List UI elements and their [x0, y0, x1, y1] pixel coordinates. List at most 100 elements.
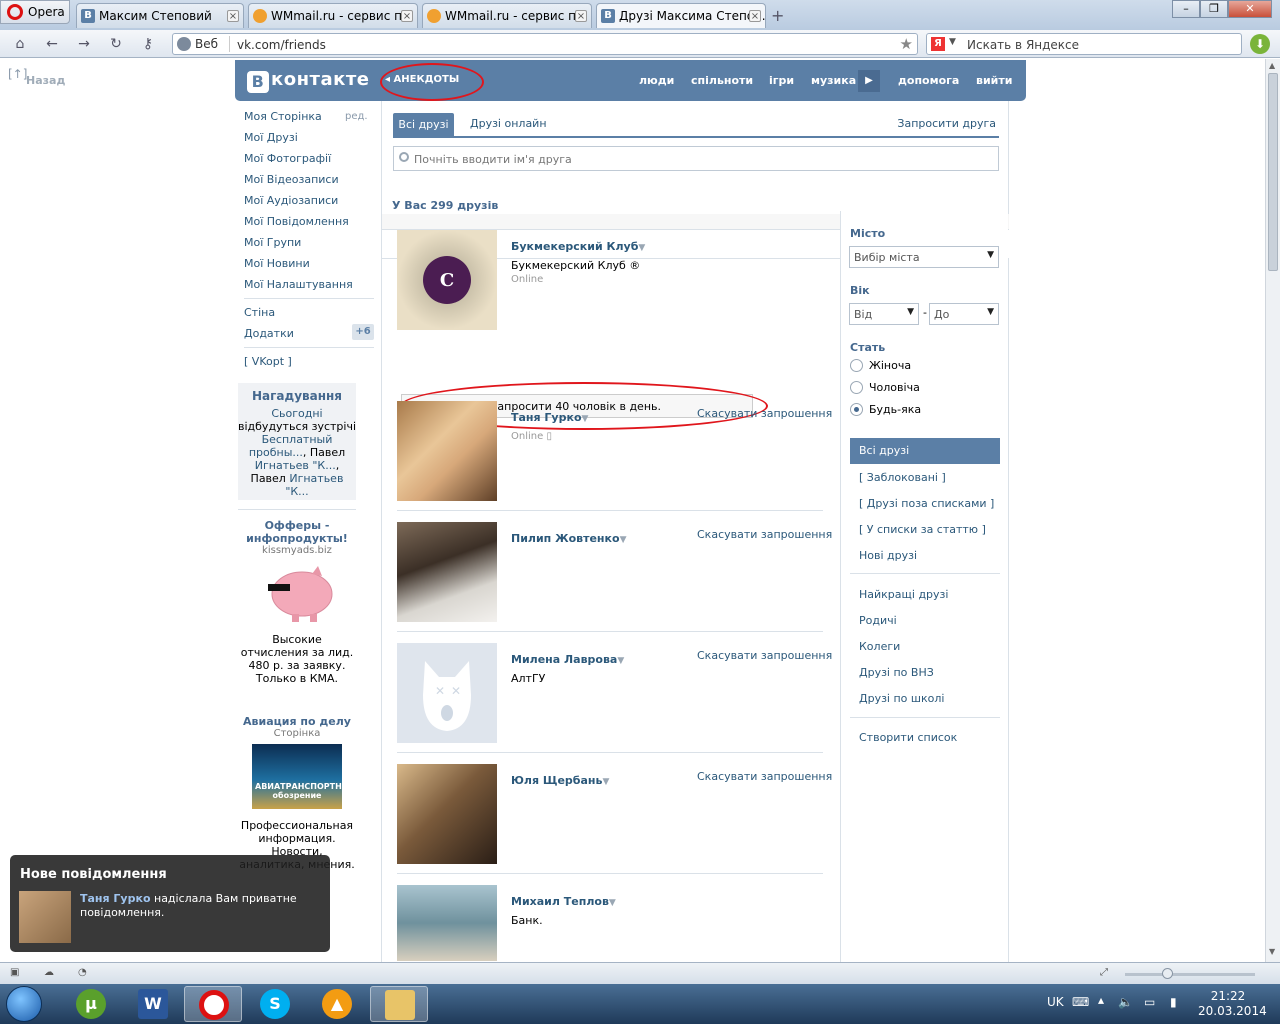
gender-any-radio[interactable]: Будь-яка [850, 403, 921, 416]
system-clock[interactable]: 21:22 20.03.2014 [1198, 989, 1267, 1019]
menu-vkopt[interactable]: [ VKopt ] [244, 355, 292, 368]
new-message-popup[interactable]: Нове повідомлення Таня Гурко надіслала В… [10, 855, 330, 952]
home-icon[interactable]: ⌂ [10, 35, 30, 53]
page-scrollbar[interactable]: ▲ ▼ [1265, 59, 1280, 962]
edit-link[interactable]: ред. [345, 111, 368, 122]
ad-title[interactable]: Офферы - инфопродукты! [238, 519, 356, 545]
friend-avatar[interactable] [397, 764, 497, 864]
browser-tab[interactable]: WMmail.ru - сервис п... × [422, 3, 592, 28]
nav-help[interactable]: допомога [898, 74, 959, 87]
friend-name[interactable]: Таня Гурко▼ [511, 411, 588, 424]
ad-block[interactable]: Авиация по делу Сторінка АВИАТРАНСПОРТНО… [238, 715, 356, 871]
utorrent-taskbar-button[interactable]: µ [62, 986, 120, 1022]
list-relatives[interactable]: Родичі [859, 614, 897, 627]
volume-icon[interactable]: 🔈 [1118, 995, 1133, 1009]
nav-games[interactable]: ігри [769, 74, 794, 87]
ad-block[interactable]: Офферы - инфопродукты! kissmyads.biz Выс… [238, 519, 356, 685]
skype-taskbar-button[interactable]: S [246, 986, 304, 1022]
search-field[interactable]: Я ▼ Искать в Яндексе [926, 33, 1242, 55]
chevron-down-icon[interactable]: ▼ [602, 777, 609, 787]
explorer-taskbar-button[interactable] [370, 986, 428, 1022]
menu-wall[interactable]: Стіна [244, 306, 275, 319]
friend-avatar[interactable] [397, 885, 497, 961]
friend-name[interactable]: Букмекерский Клуб▼ [511, 240, 645, 253]
browser-tab[interactable]: В Максим Степовий × [76, 3, 244, 28]
browser-tab[interactable]: WMmail.ru - сервис п... × [248, 3, 418, 28]
sender-link[interactable]: Таня Гурко [80, 892, 151, 905]
default-avatar[interactable]: ✕ ✕ [397, 643, 497, 743]
scroll-up-icon[interactable]: ▲ [1269, 61, 1275, 70]
menu-apps[interactable]: Додатки [244, 327, 294, 340]
new-tab-icon[interactable]: + [771, 6, 784, 25]
menu-my-videos[interactable]: Мої Відеозаписи [244, 173, 339, 186]
opera-menu-button[interactable]: Opera [0, 0, 70, 24]
menu-my-audio[interactable]: Мої Аудіозаписи [244, 194, 338, 207]
age-from-select[interactable]: Від ▼ [849, 303, 919, 325]
aimp-taskbar-button[interactable]: ▲ [308, 986, 366, 1022]
ad-title[interactable]: Авиация по делу [238, 715, 356, 728]
bookmark-star-icon[interactable]: ★ [900, 35, 913, 53]
chevron-down-icon[interactable]: ▼ [609, 898, 616, 908]
reload-icon[interactable]: ↻ [106, 35, 126, 53]
restore-icon[interactable]: ❐ [1200, 0, 1228, 18]
nav-logout[interactable]: вийти [976, 74, 1012, 87]
close-tab-icon[interactable]: × [749, 10, 761, 22]
vk-logo[interactable]: Вконтакте [247, 69, 369, 93]
download-icon[interactable]: ⬇ [1250, 34, 1270, 54]
zoom-slider[interactable] [1125, 973, 1255, 976]
sender-avatar[interactable] [19, 891, 71, 943]
word-taskbar-button[interactable]: W [124, 986, 182, 1022]
chevron-down-icon[interactable]: ▼ [638, 243, 645, 253]
event-link[interactable]: Игнатьев "К... [255, 459, 336, 472]
key-icon[interactable]: ⚷ [138, 35, 158, 53]
friend-avatar[interactable] [397, 401, 497, 501]
create-list-link[interactable]: Створити список [859, 731, 957, 744]
start-button[interactable] [6, 986, 42, 1022]
age-to-select[interactable]: До ▼ [929, 303, 999, 325]
tab-all-friends[interactable]: Всі друзі [393, 113, 454, 136]
friend-name[interactable]: Милена Лаврова▼ [511, 653, 624, 666]
friend-avatar[interactable] [397, 522, 497, 622]
tray-expand-icon[interactable]: ▴ [1098, 993, 1104, 1007]
list-by-gender[interactable]: [ У списки за статтю ] [859, 523, 986, 536]
forward-icon[interactable]: → [74, 35, 94, 53]
chevron-down-icon[interactable]: ▼ [949, 37, 956, 47]
minimize-icon[interactable]: – [1172, 0, 1200, 18]
cancel-request-link[interactable]: Скасувати запрошення [697, 770, 832, 783]
back-link[interactable]: Назад [26, 74, 65, 87]
tab-online-friends[interactable]: Друзі онлайн [470, 117, 547, 130]
close-tab-icon[interactable]: × [227, 10, 239, 22]
language-indicator[interactable]: UK [1047, 995, 1064, 1009]
zoom-slider-handle[interactable] [1162, 968, 1173, 979]
back-icon[interactable]: ← [42, 35, 62, 53]
menu-my-messages[interactable]: Мої Повідомлення [244, 215, 349, 228]
menu-my-friends[interactable]: Мої Друзі [244, 131, 298, 144]
friend-name[interactable]: Пилип Жовтенко▼ [511, 532, 626, 545]
friend-search-input[interactable]: Почніть вводити ім'я друга [393, 146, 999, 171]
chevron-down-icon[interactable]: ▼ [582, 414, 589, 424]
list-school[interactable]: Друзі по школі [859, 692, 944, 705]
list-unlisted[interactable]: [ Друзі поза списками ] [859, 497, 994, 510]
scroll-down-icon[interactable]: ▼ [1269, 947, 1275, 956]
menu-my-page[interactable]: Моя Сторінка [244, 110, 322, 123]
scroll-thumb[interactable] [1268, 73, 1278, 271]
network-icon[interactable]: ▭ [1144, 995, 1155, 1009]
friend-name[interactable]: Михаил Теплов▼ [511, 895, 616, 908]
cancel-request-link[interactable]: Скасувати запрошення [697, 407, 832, 420]
city-select[interactable]: Вибір міста ▼ [849, 246, 999, 268]
list-university[interactable]: Друзі по ВНЗ [859, 666, 934, 679]
menu-my-news[interactable]: Мої Новини [244, 257, 310, 270]
list-colleagues[interactable]: Колеги [859, 640, 900, 653]
reminders-today-link[interactable]: Сьогодні [271, 407, 322, 420]
nav-people[interactable]: люди [639, 74, 674, 87]
nav-communities[interactable]: спільноти [691, 74, 753, 87]
friend-avatar[interactable]: C [397, 230, 497, 330]
menu-my-settings[interactable]: Мої Налаштування [244, 278, 353, 291]
opera-taskbar-button[interactable] [184, 986, 242, 1022]
keyboard-icon[interactable]: ⌨ [1072, 995, 1089, 1009]
list-new-friends[interactable]: Нові друзі [859, 549, 917, 562]
network-signal-icon[interactable]: ▮ [1170, 995, 1177, 1009]
nav-music[interactable]: музика [811, 74, 856, 87]
cancel-request-link[interactable]: Скасувати запрошення [697, 649, 832, 662]
invite-friend-link[interactable]: Запросити друга [897, 117, 996, 130]
